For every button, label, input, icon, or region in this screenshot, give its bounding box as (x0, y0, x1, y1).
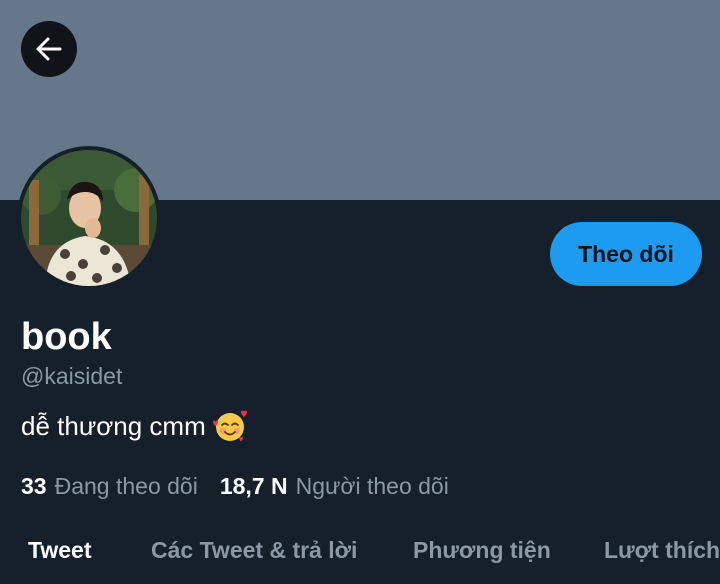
follow-button[interactable]: Theo dõi (550, 222, 702, 286)
following-count: 33 (21, 473, 47, 499)
bio: dễ thương cmm (21, 408, 248, 444)
display-name: book (21, 316, 112, 358)
arrow-left-icon (34, 34, 64, 64)
profile-photo (21, 150, 157, 286)
bio-text: dễ thương cmm (21, 411, 206, 441)
smiling-face-with-hearts-icon (212, 408, 248, 444)
followers-label: Người theo dõi (295, 473, 449, 499)
followers-stat[interactable]: 18,7 N Người theo dõi (220, 470, 449, 502)
tab-tweets[interactable]: Tweet (28, 534, 91, 566)
profile-page: Theo dõi book @kaisidet dễ thương cmm 33… (0, 0, 720, 584)
profile-stats: 33 Đang theo dõi 18,7 N Người theo dõi (21, 470, 449, 502)
following-stat[interactable]: 33 Đang theo dõi (21, 470, 198, 502)
tab-media[interactable]: Phương tiện (413, 534, 551, 566)
profile-tabs: Tweet Các Tweet & trả lời Phương tiện Lư… (0, 520, 720, 584)
followers-count: 18,7 N (219, 473, 288, 499)
tab-likes[interactable]: Lượt thích (604, 534, 720, 566)
avatar[interactable] (17, 146, 161, 290)
back-button[interactable] (21, 21, 77, 77)
tab-tweets-and-replies[interactable]: Các Tweet & trả lời (151, 534, 357, 566)
following-label: Đang theo dõi (54, 473, 198, 499)
user-handle: @kaisidet (21, 363, 123, 389)
